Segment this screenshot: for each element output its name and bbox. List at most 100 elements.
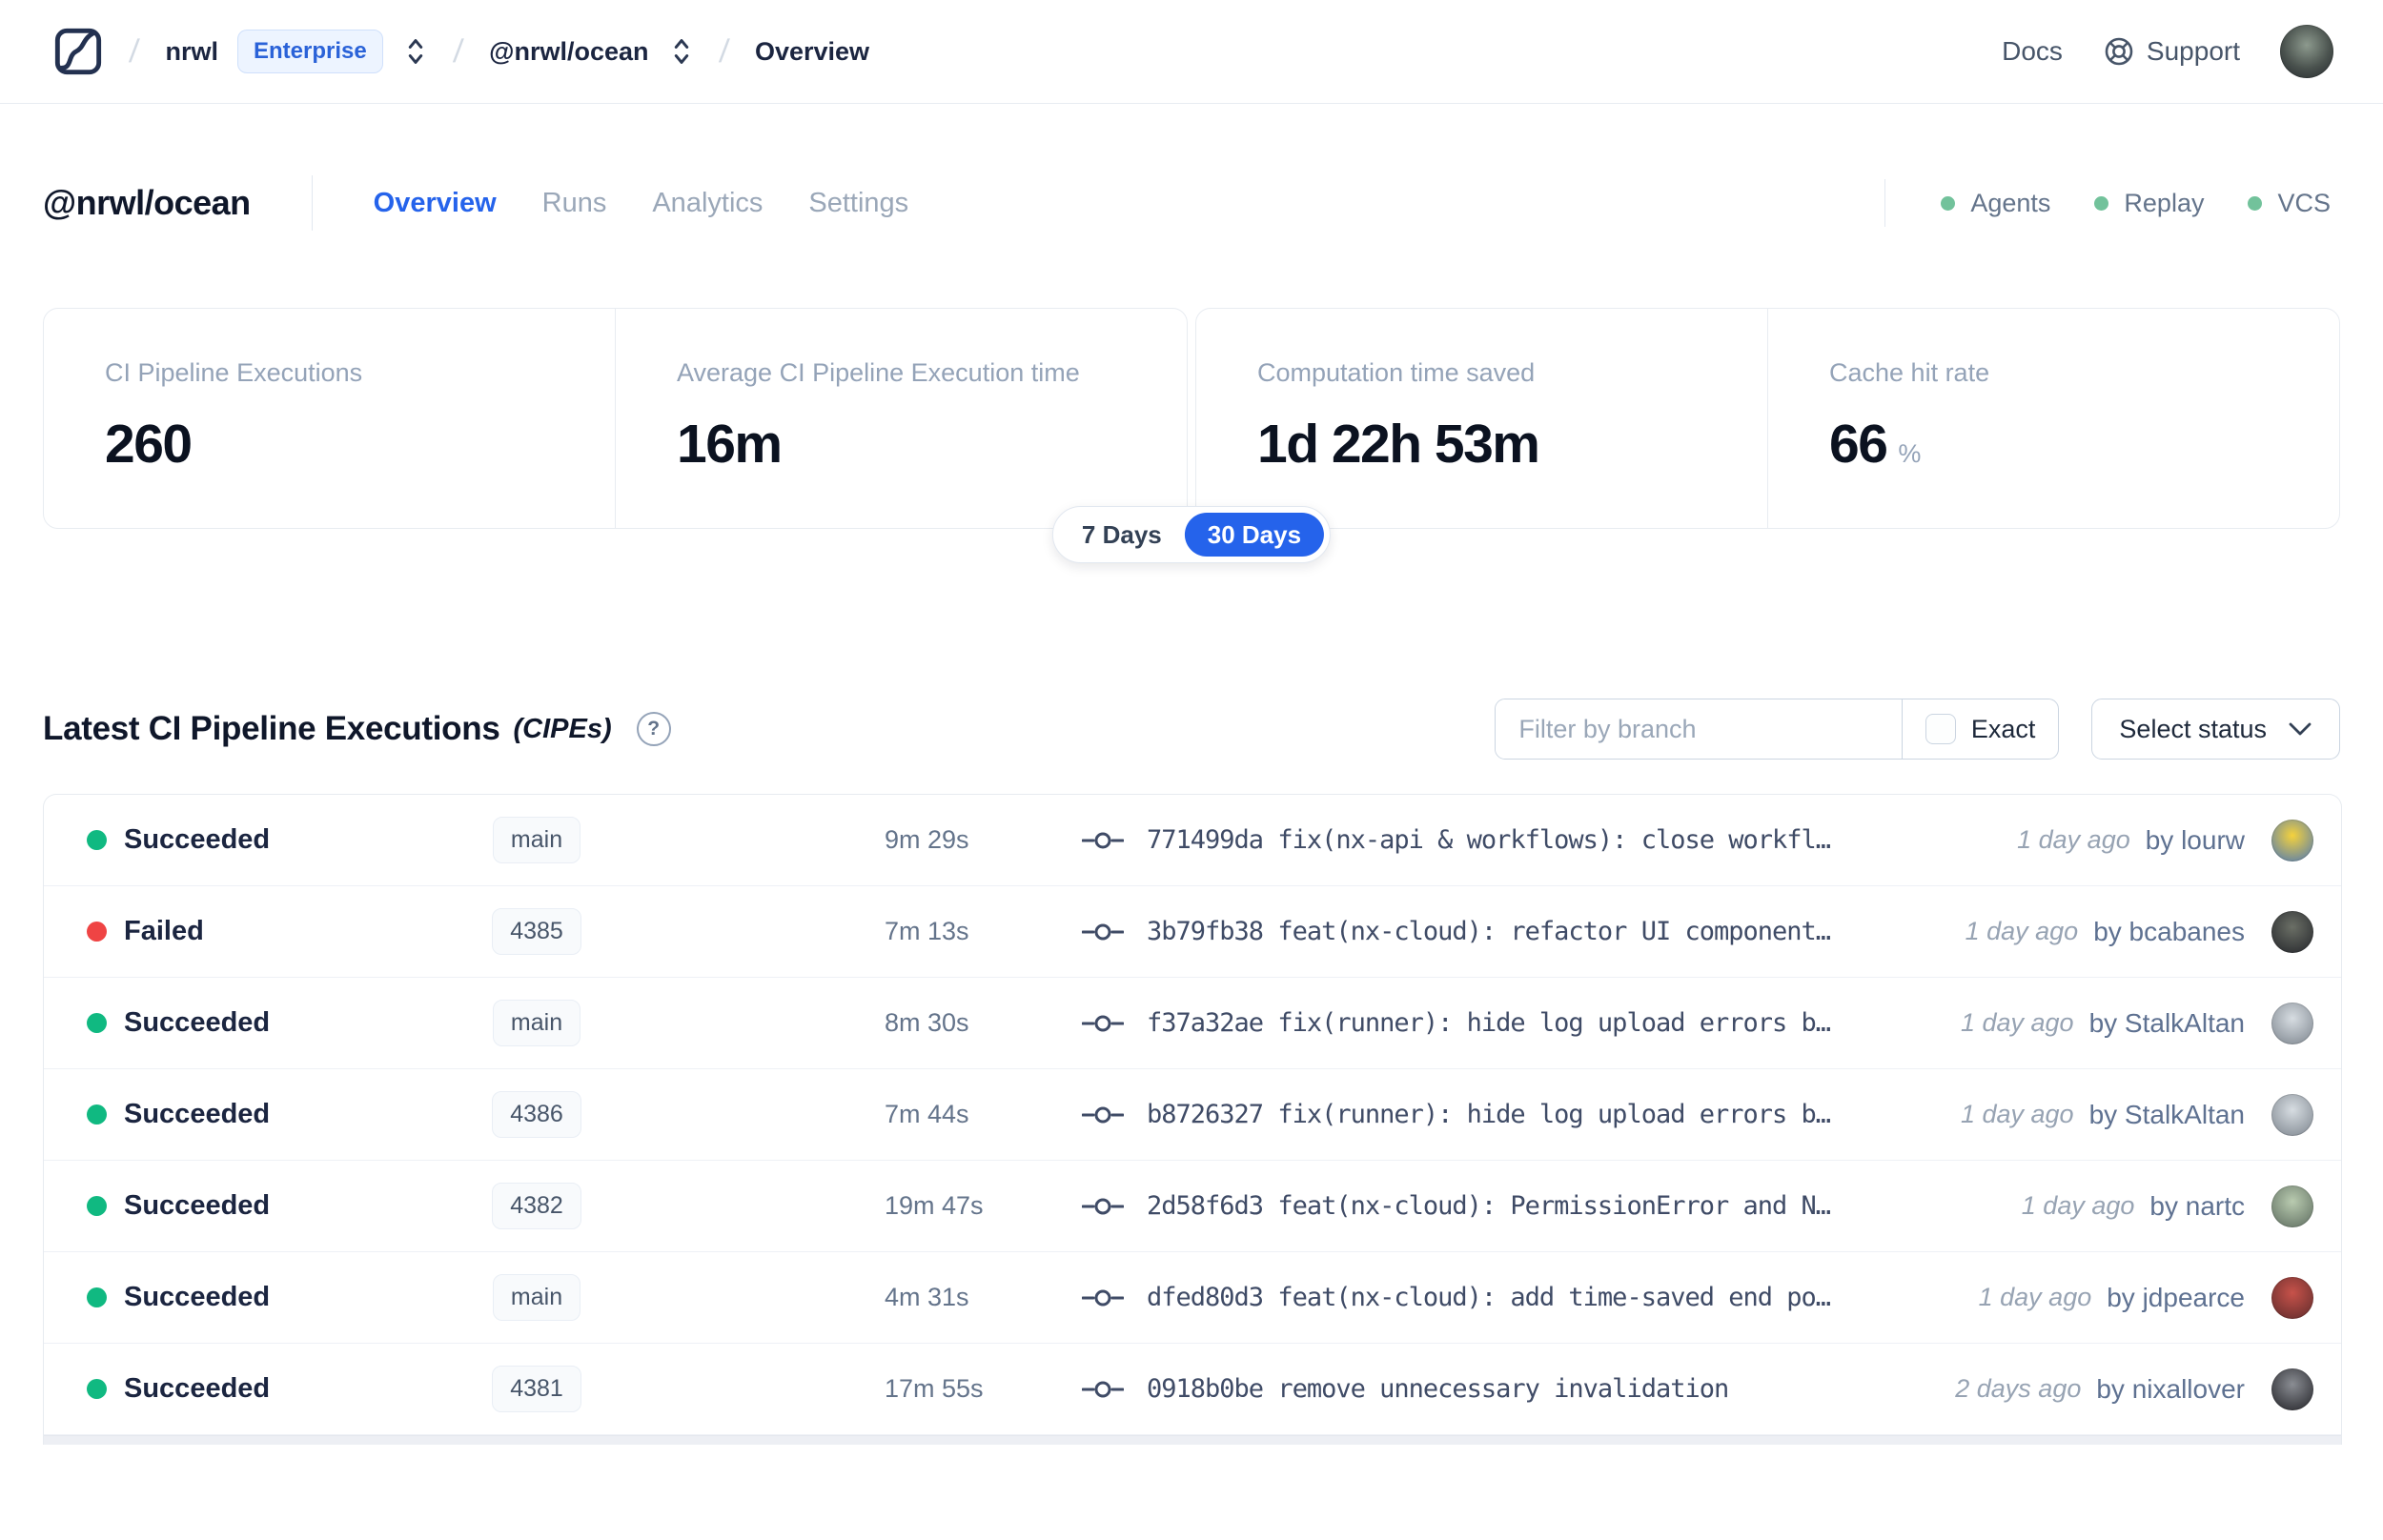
run-status-label: Failed (124, 916, 204, 946)
branch-badge[interactable]: 4381 (492, 1366, 581, 1412)
stat-label: Average CI Pipeline Execution time (677, 358, 1080, 387)
author-avatar[interactable] (2271, 910, 2313, 953)
run-status-dot (87, 1196, 107, 1216)
tab-runs[interactable]: Runs (542, 188, 607, 219)
breadcrumb-separator: / (128, 32, 141, 70)
branch-badge[interactable]: 4386 (492, 1091, 581, 1138)
integration-vcs[interactable]: VCS (2248, 189, 2331, 218)
commit-message[interactable]: 2d58f6d3 feat(nx-cloud): PermissionError… (1147, 1191, 1830, 1221)
integration-label: Replay (2124, 188, 2205, 217)
run-status-dot (87, 1287, 107, 1307)
table-row[interactable]: Succeeded main 9m 29s 771499da fix(nx-ap… (44, 795, 2341, 886)
run-time-ago: 1 day ago (2017, 825, 2130, 854)
breadcrumb-separator: / (451, 32, 465, 70)
author-avatar[interactable] (2271, 1368, 2313, 1410)
table-row[interactable]: Succeeded 4386 7m 44s b8726327 fix(runne… (44, 1069, 2341, 1161)
tab-analytics[interactable]: Analytics (652, 188, 763, 219)
integration-replay[interactable]: Replay (2094, 189, 2204, 218)
run-duration: 4m 31s (885, 1283, 969, 1311)
support-link[interactable]: Support (2103, 35, 2240, 68)
stats-card-group-right: Computation time saved 1d 22h 53m Cache … (1195, 308, 2340, 529)
run-time-ago: 1 day ago (2021, 1191, 2135, 1220)
divider (311, 175, 313, 231)
nx-cloud-logo[interactable] (53, 27, 103, 76)
commit-message[interactable]: b8726327 fix(runner): hide log upload er… (1147, 1100, 1830, 1129)
status-dot-green (1941, 195, 1956, 211)
git-commit-icon (1082, 923, 1124, 940)
table-row[interactable]: Failed 4385 7m 13s 3b79fb38 feat(nx-clou… (44, 886, 2341, 978)
status-select-dropdown[interactable]: Select status (2091, 699, 2340, 760)
workspace-header: @nrwl/ocean Overview Runs Analytics Sett… (0, 174, 2383, 232)
integration-label: Agents (1970, 188, 2051, 217)
table-row[interactable]: Succeeded main 8m 30s f37a32ae fix(runne… (44, 978, 2341, 1069)
stat-card-time-saved: Computation time saved 1d 22h 53m (1196, 309, 1767, 528)
tab-settings[interactable]: Settings (808, 188, 908, 219)
run-duration: 9m 29s (885, 825, 969, 854)
stat-value: 66 (1829, 414, 1888, 475)
run-status-label: Succeeded (124, 824, 271, 855)
git-commit-icon (1082, 1015, 1124, 1031)
workspace-name[interactable]: @nrwl/ocean (489, 37, 648, 67)
cipe-title: Latest CI Pipeline Executions (43, 710, 500, 747)
docs-link[interactable]: Docs (2002, 36, 2063, 67)
range-30-days[interactable]: 30 Days (1184, 513, 1325, 557)
status-dot-green (2248, 195, 2263, 211)
branch-badge[interactable]: main (492, 1274, 581, 1321)
commit-message[interactable]: 771499da fix(nx-api & workflows): close … (1147, 825, 1830, 855)
author-avatar[interactable] (2271, 1002, 2313, 1044)
run-status-dot (87, 830, 107, 850)
branch-filter-input[interactable] (1496, 699, 1902, 759)
table-row[interactable]: Succeeded 4381 17m 55s 0918b0be remove u… (44, 1344, 2341, 1435)
author-avatar[interactable] (2271, 1276, 2313, 1319)
run-duration: 7m 13s (885, 917, 969, 945)
current-page: Overview (754, 36, 870, 66)
table-row[interactable]: Succeeded main 4m 31s dfed80d3 feat(nx-c… (44, 1252, 2341, 1344)
stat-card-cache-hit: Cache hit rate 66 % (1767, 309, 2339, 528)
exact-checkbox[interactable] (1925, 714, 1956, 744)
branch-badge[interactable]: 4382 (492, 1183, 581, 1229)
breadcrumb: / nrwl Enterprise / @nrwl/ocean / Overvi… (53, 27, 869, 76)
stat-value: 1d 22h 53m (1257, 414, 1540, 475)
run-duration: 19m 47s (885, 1191, 984, 1220)
run-status-dot (87, 922, 107, 942)
git-commit-icon (1082, 1198, 1124, 1214)
commit-message[interactable]: 3b79fb38 feat(nx-cloud): refactor UI com… (1147, 917, 1830, 946)
integration-agents[interactable]: Agents (1941, 189, 2050, 218)
commit-message[interactable]: 0918b0be remove unnecessary invalidation (1147, 1374, 1728, 1404)
help-icon[interactable]: ? (636, 712, 671, 746)
author-avatar[interactable] (2271, 819, 2313, 861)
workspace-switcher-icon[interactable] (670, 36, 693, 67)
run-status-label: Succeeded (124, 1099, 271, 1129)
support-label: Support (2146, 36, 2240, 66)
run-duration: 7m 44s (885, 1100, 969, 1128)
branch-badge[interactable]: 4385 (492, 908, 581, 955)
run-status-label: Succeeded (124, 1282, 271, 1312)
run-status-label: Succeeded (124, 1190, 271, 1221)
divider (1884, 179, 1886, 227)
org-name[interactable]: nrwl (165, 37, 218, 67)
range-7-days[interactable]: 7 Days (1059, 513, 1185, 557)
page-title: @nrwl/ocean (43, 183, 251, 222)
author-avatar[interactable] (2271, 1185, 2313, 1227)
git-commit-icon (1082, 1289, 1124, 1306)
commit-message[interactable]: dfed80d3 feat(nx-cloud): add time-saved … (1147, 1283, 1830, 1312)
table-row[interactable]: Succeeded 4382 19m 47s 2d58f6d3 feat(nx-… (44, 1161, 2341, 1252)
run-status-dot (87, 1379, 107, 1399)
branch-badge[interactable]: main (492, 1000, 581, 1046)
run-time-ago: 1 day ago (1960, 1008, 2074, 1037)
cipe-section-header: Latest CI Pipeline Executions (CIPEs) ? … (0, 699, 2383, 760)
org-switcher-icon[interactable] (404, 36, 427, 67)
commit-message[interactable]: f37a32ae fix(runner): hide log upload er… (1147, 1008, 1830, 1038)
workspace-tabs: Overview Runs Analytics Settings (374, 188, 909, 219)
run-author: by bcabanes (2093, 916, 2245, 946)
tab-overview[interactable]: Overview (374, 188, 497, 219)
date-range-toggle: 7 Days 30 Days (1051, 506, 1332, 563)
cipe-subtitle: (CIPEs) (513, 713, 612, 744)
table-footer-sliver (44, 1435, 2341, 1445)
user-avatar[interactable] (2280, 25, 2333, 78)
branch-badge[interactable]: main (492, 817, 581, 863)
author-avatar[interactable] (2271, 1093, 2313, 1136)
run-author: by lourw (2145, 824, 2245, 855)
run-status-dot (87, 1104, 107, 1125)
breadcrumb-separator: / (717, 32, 731, 70)
